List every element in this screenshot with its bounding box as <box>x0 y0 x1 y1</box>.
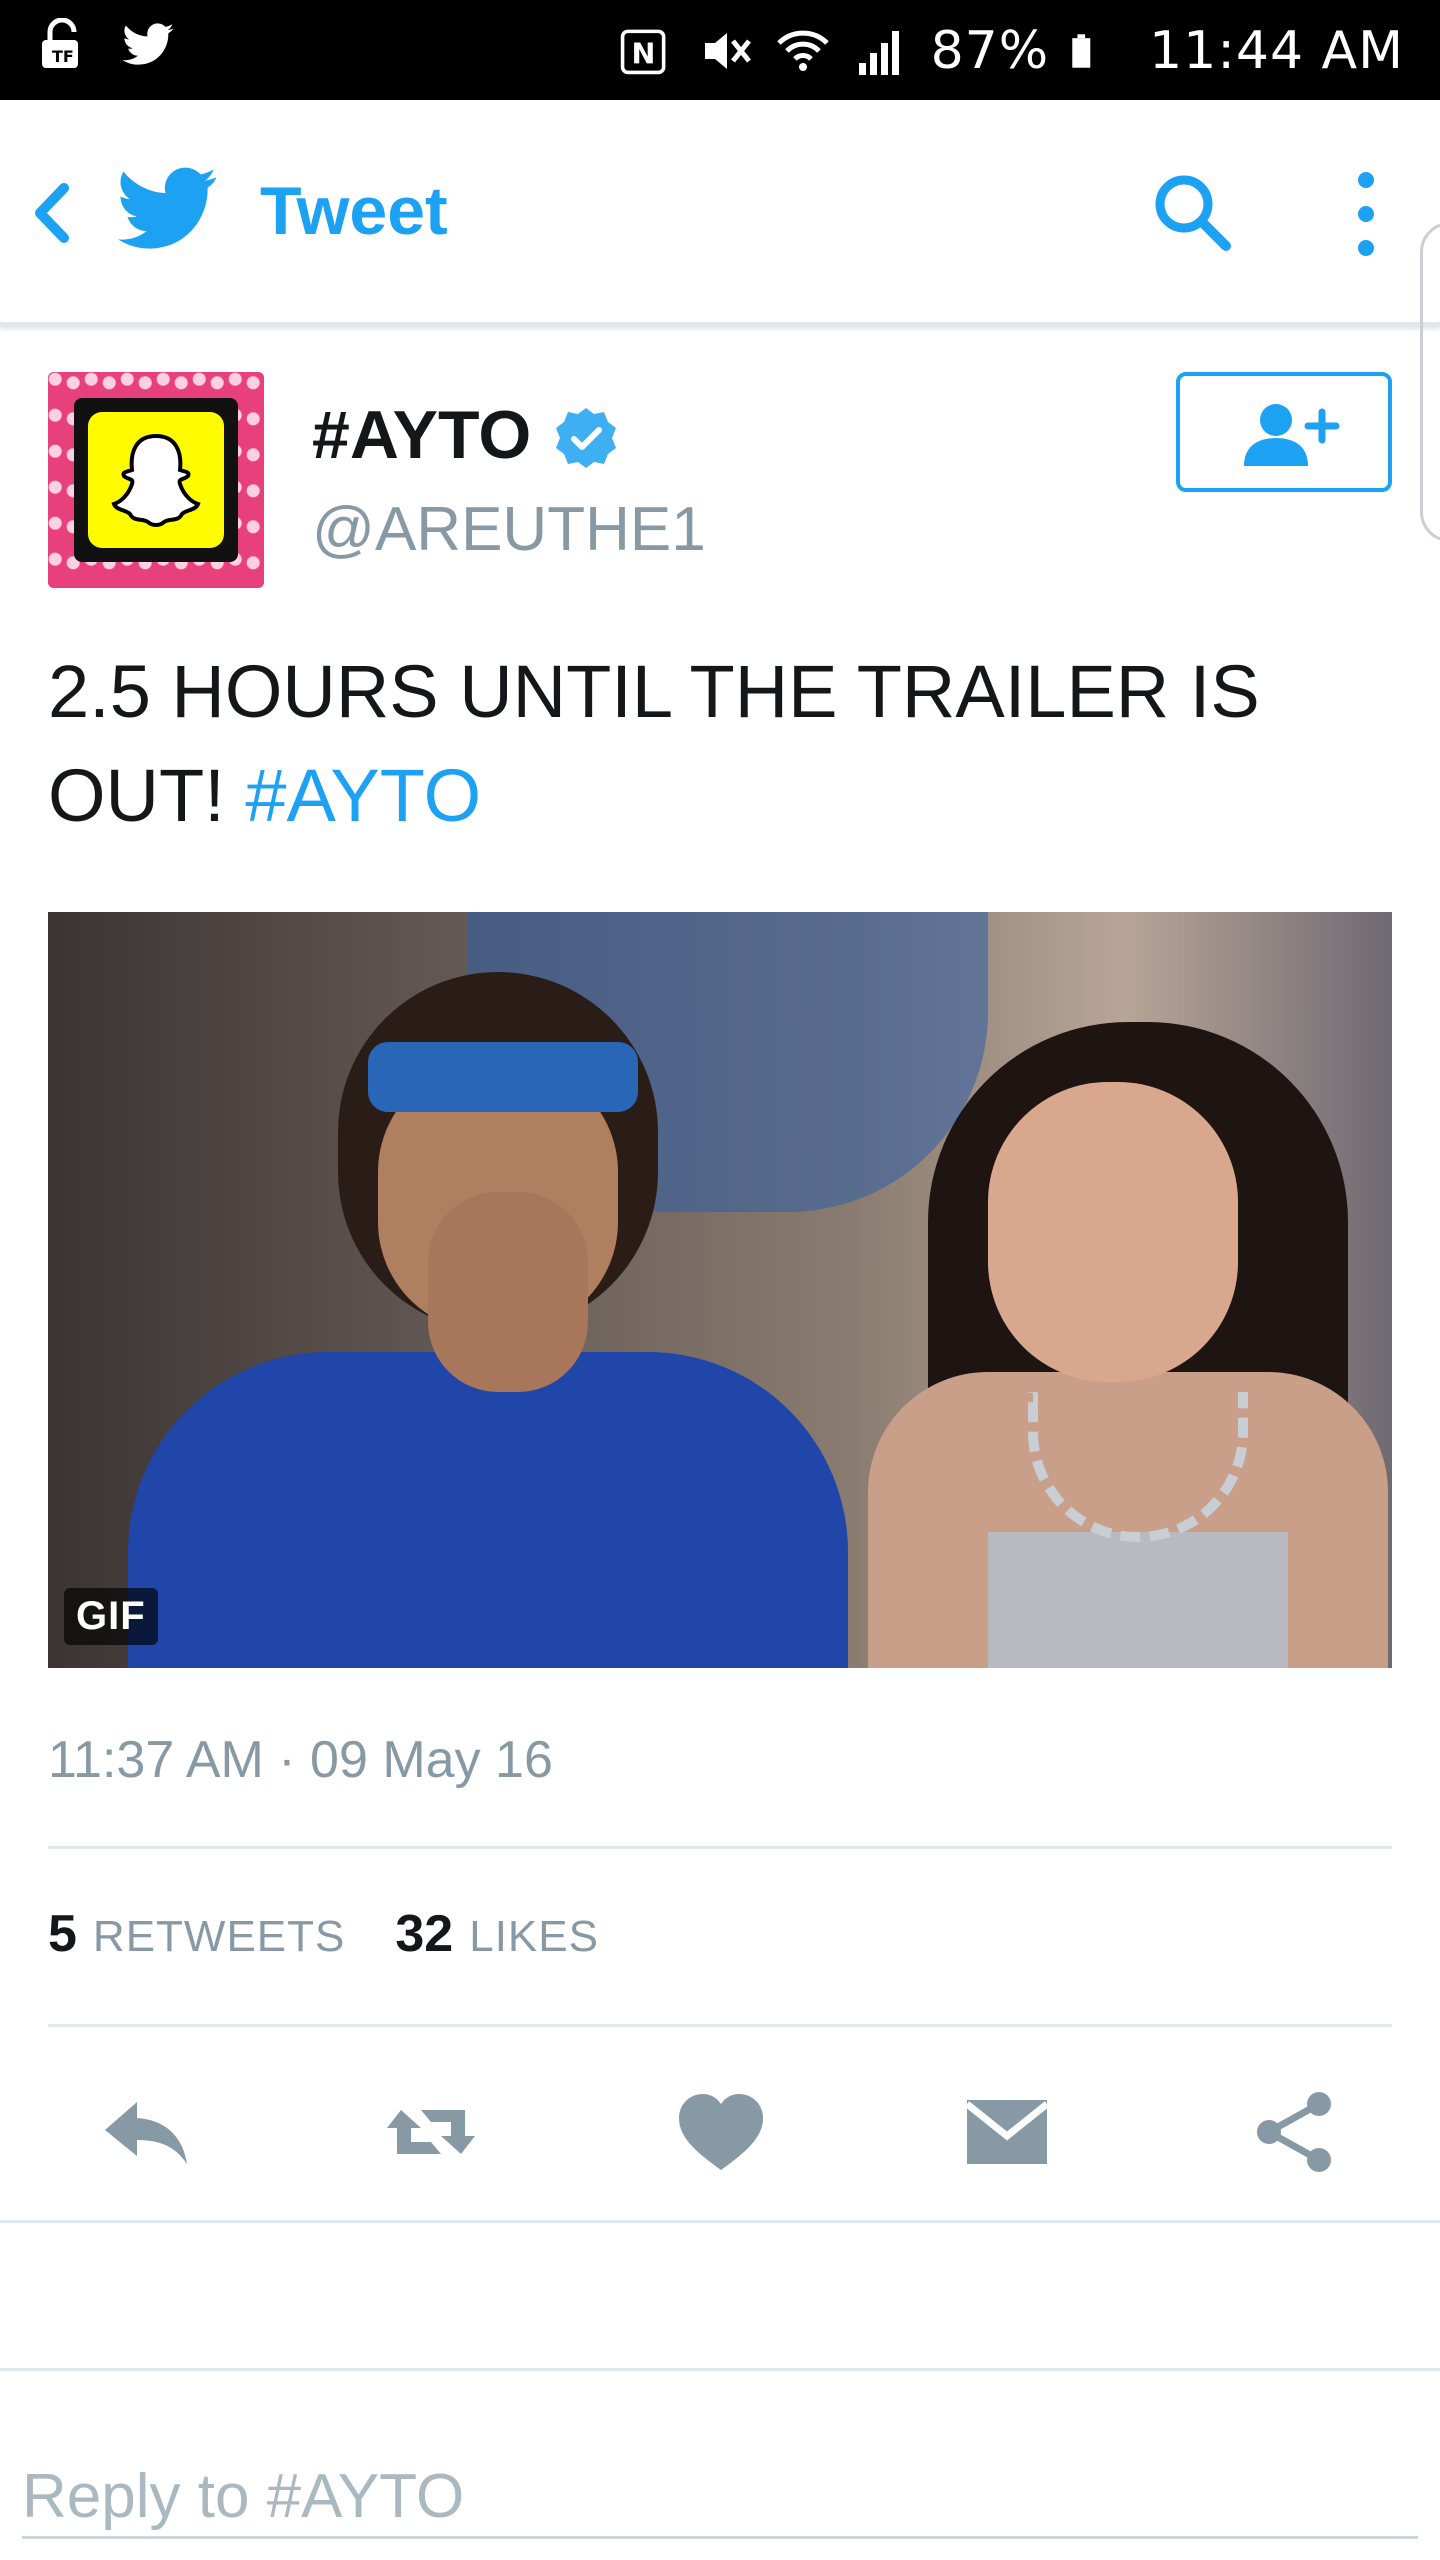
search-icon <box>1155 175 1231 251</box>
envelope-icon <box>964 2100 1050 2164</box>
follow-button[interactable] <box>1176 372 1392 492</box>
retweet-icon <box>387 2110 475 2154</box>
reply-button[interactable] <box>90 2084 200 2180</box>
mute-icon <box>697 23 753 79</box>
more-options-button[interactable] <box>1336 166 1396 262</box>
tweet-text: 2.5 HOURS UNTIL THE TRAILER IS OUT! #AYT… <box>48 640 1388 848</box>
back-button[interactable] <box>26 178 76 248</box>
gif-badge: GIF <box>64 1588 158 1645</box>
svg-text:TF: TF <box>52 47 74 66</box>
tweet-text-main: 2.5 HOURS UNTIL THE TRAILER IS OUT! <box>48 650 1260 837</box>
tweet-stats: 5 RETWEETS 32 LIKES <box>48 1904 599 1964</box>
status-bar: TF N 87% 11:44 AM <box>0 0 1440 100</box>
display-name[interactable]: #AYTO <box>312 396 531 474</box>
twitter-bird-icon[interactable] <box>118 164 218 254</box>
verified-badge-icon <box>554 406 618 470</box>
tweet-media-gif[interactable]: GIF <box>48 912 1392 1668</box>
likes-count: 32 <box>395 1905 454 1963</box>
likes-label: LIKES <box>469 1912 599 1961</box>
user-handle[interactable]: @AREUTHE1 <box>312 494 706 565</box>
more-vertical-icon <box>1358 172 1374 256</box>
retweets-count: 5 <box>48 1905 77 1963</box>
battery-percent: 87% <box>930 21 1050 81</box>
heart-icon <box>679 2094 763 2170</box>
share-icon <box>1257 2092 1331 2172</box>
avatar[interactable] <box>48 372 264 588</box>
chevron-left-icon <box>35 183 69 243</box>
tweet-actions <box>0 2068 1440 2188</box>
twitter-notification-icon <box>120 18 176 74</box>
divider <box>0 2220 1440 2223</box>
likes-stat[interactable]: 32 LIKES <box>395 1904 599 1964</box>
hashtag-link[interactable]: #AYTO <box>245 754 481 837</box>
svg-text:N: N <box>631 37 655 71</box>
search-button[interactable] <box>1148 168 1238 258</box>
retweet-button[interactable] <box>376 2084 486 2180</box>
direct-message-button[interactable] <box>952 2084 1062 2180</box>
retweets-label: RETWEETS <box>92 1912 346 1961</box>
retweets-stat[interactable]: 5 RETWEETS <box>48 1904 345 1964</box>
battery-icon <box>1071 23 1127 79</box>
page-title: Tweet <box>260 173 448 249</box>
wifi-icon <box>775 23 831 79</box>
signal-icon <box>853 23 909 79</box>
tweet-timestamp: 11:37 AM · 09 May 16 <box>48 1731 553 1789</box>
divider <box>0 2368 1440 2371</box>
share-button[interactable] <box>1240 2084 1350 2180</box>
divider <box>48 2024 1392 2027</box>
lock-app-icon: TF <box>36 17 92 74</box>
edge-panel-handle[interactable] <box>1420 222 1440 542</box>
add-user-icon <box>1244 404 1340 466</box>
divider <box>48 1846 1392 1849</box>
like-button[interactable] <box>666 2084 776 2180</box>
nfc-icon: N <box>619 23 675 79</box>
clock: 11:44 AM <box>1149 21 1404 81</box>
reply-icon <box>105 2102 187 2164</box>
reply-input-underline <box>22 2536 1418 2539</box>
snapcode-ghost-icon <box>88 412 224 548</box>
app-bar: Tweet <box>0 100 1440 326</box>
reply-input[interactable] <box>0 2372 1440 2560</box>
